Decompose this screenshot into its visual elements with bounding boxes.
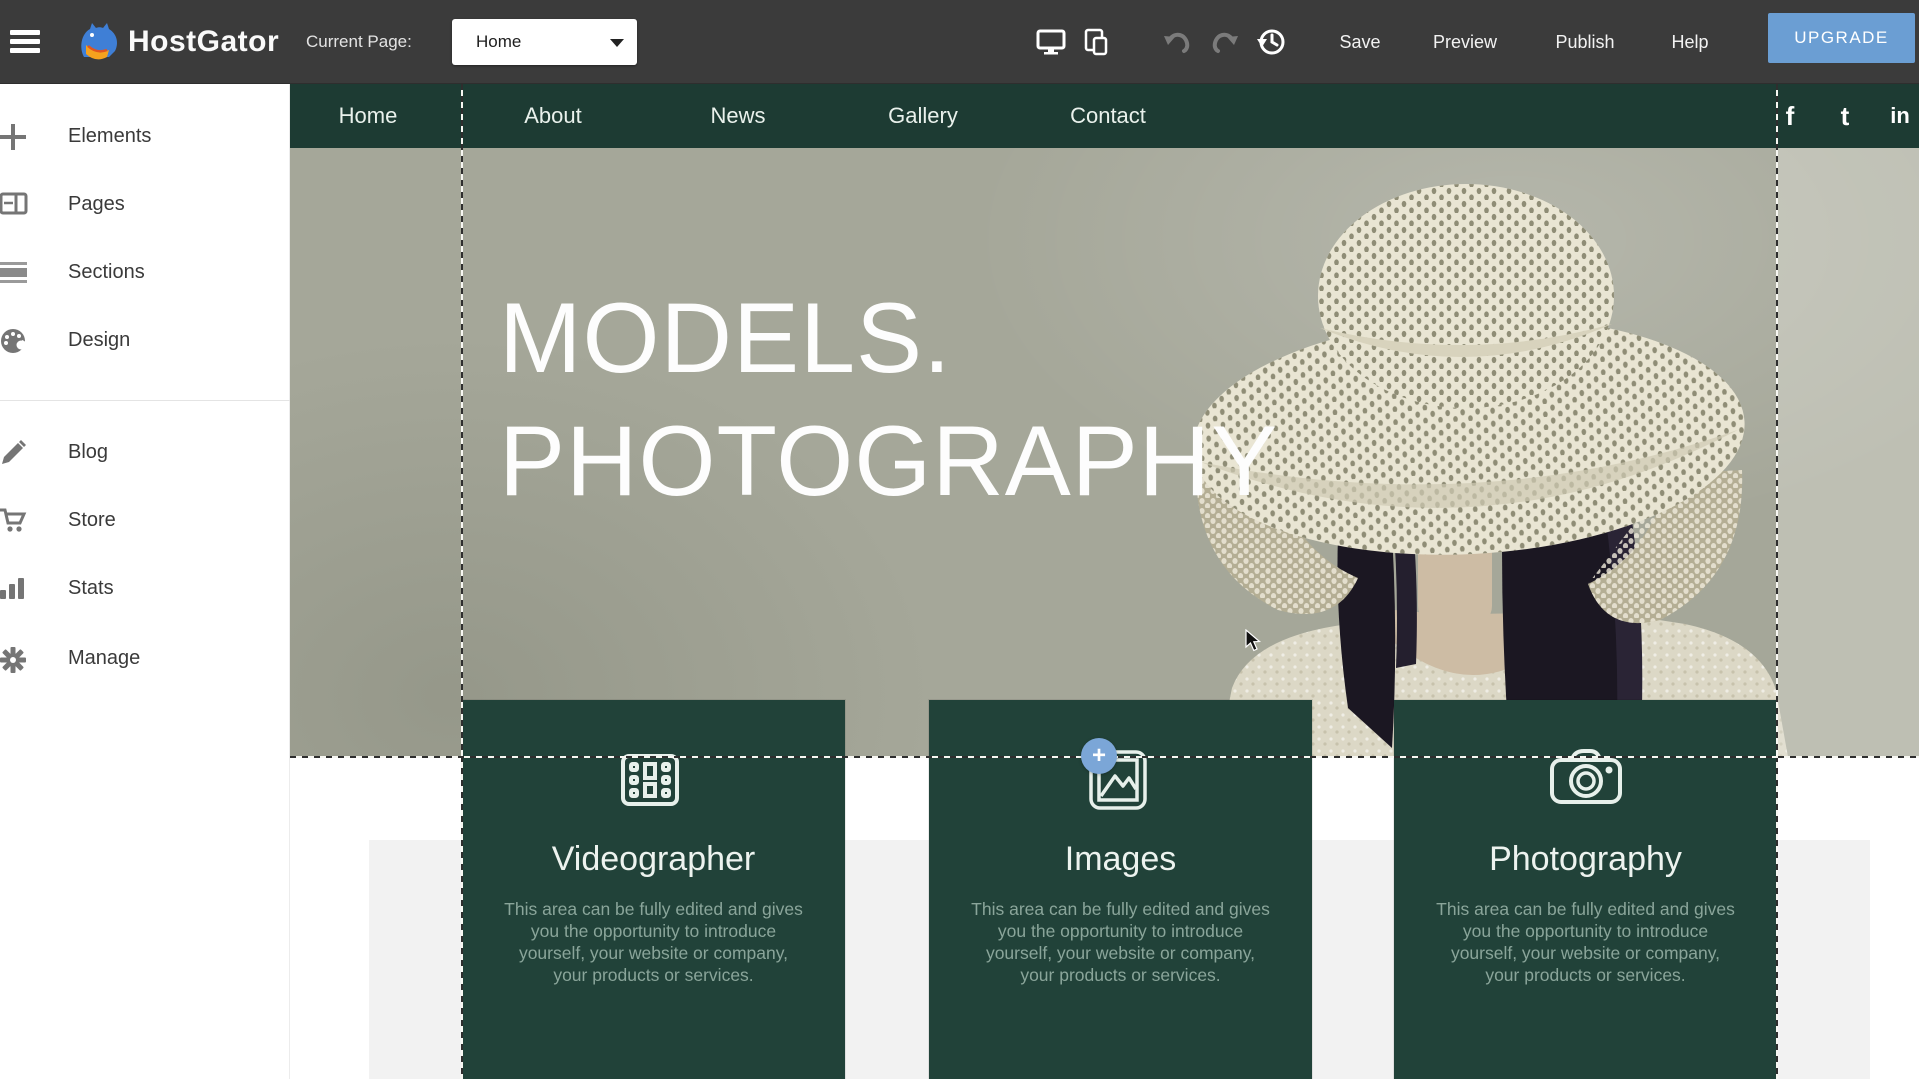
sidebar-item-design[interactable]: Design [0,320,290,360]
gator-mascot-icon [74,19,120,65]
hero-heading[interactable]: MODELS. PHOTOGRAPHY [499,276,1278,522]
save-button[interactable]: Save [1339,0,1380,84]
palette-icon [0,328,30,354]
card-title: Images [929,840,1312,879]
hero-heading-line1: MODELS. [499,276,1278,399]
preview-button[interactable]: Preview [1433,0,1497,84]
sidebar-label: Stats [68,568,114,608]
sidebar-item-sections[interactable]: Sections [0,252,290,292]
sidebar-item-stats[interactable]: Stats [0,568,290,608]
redo-icon[interactable] [1205,22,1245,62]
card-body: This area can be fully edited and gives … [502,898,805,986]
pencil-icon [0,440,30,466]
camera-icon [1546,744,1626,816]
site-nav-contact[interactable]: Contact [1070,84,1146,148]
mobile-view-icon[interactable] [1076,22,1116,62]
film-icon [614,744,694,816]
pages-icon [0,192,30,218]
site-nav-gallery[interactable]: Gallery [888,84,958,148]
sidebar-label: Store [68,500,116,540]
hero-section[interactable]: MODELS. PHOTOGRAPHY [290,148,1919,757]
editor-sidebar: Elements Pages Sections Design Blog Stor… [0,84,290,1079]
hero-wall-highlight [1777,148,1919,757]
upgrade-button[interactable]: UPGRADE [1768,13,1915,63]
twitter-icon[interactable]: t [1841,84,1850,148]
plus-icon [0,124,30,150]
linkedin-icon[interactable]: in [1890,84,1910,148]
sidebar-label: Design [68,320,130,360]
sidebar-item-pages[interactable]: Pages [0,184,290,224]
section-guide-left [461,84,463,1079]
mouse-cursor [1245,629,1267,653]
sidebar-item-elements[interactable]: Elements [0,116,290,156]
sidebar-label: Elements [68,116,151,156]
card-title: Videographer [462,840,845,879]
add-image-button[interactable]: + [1081,738,1117,774]
card-body: This area can be fully edited and gives … [1434,898,1737,986]
card-body: This area can be fully edited and gives … [969,898,1272,986]
current-page-label: Current Page: [306,0,412,84]
undo-icon[interactable] [1157,22,1197,62]
hero-heading-line2: PHOTOGRAPHY [499,399,1278,522]
sidebar-divider [0,400,290,401]
history-icon[interactable] [1251,22,1291,62]
site-editor-canvas: Home About News Gallery Contact f t in [290,84,1919,1079]
sidebar-item-store[interactable]: Store [0,500,290,540]
brand-name: HostGator [128,25,279,59]
site-nav-news[interactable]: News [710,84,765,148]
editor-topbar: HostGator Current Page: Home Save Previe… [0,0,1919,84]
sidebar-label: Pages [68,184,125,224]
section-guide-right [1776,84,1778,1079]
desktop-view-icon[interactable] [1031,22,1071,62]
sections-icon [0,260,30,286]
hostgator-logo: HostGator [74,18,279,66]
sidebar-item-manage[interactable]: Manage [0,638,290,678]
facebook-icon[interactable]: f [1786,84,1795,148]
cart-icon [0,508,30,534]
sidebar-label: Sections [68,252,145,292]
page-select-dropdown[interactable]: Home [452,19,637,65]
publish-button[interactable]: Publish [1555,0,1614,84]
sidebar-label: Blog [68,432,108,472]
chevron-down-icon [610,39,624,47]
site-nav-about[interactable]: About [524,84,582,148]
card-title: Photography [1394,840,1777,879]
site-navbar: Home About News Gallery Contact f t in [290,84,1919,148]
site-nav-home[interactable]: Home [339,84,398,148]
gear-icon [0,646,30,672]
hamburger-menu-icon[interactable] [10,30,40,54]
sidebar-label: Manage [68,638,140,678]
bar-chart-icon [0,576,30,602]
page-select-value: Home [476,19,521,65]
sidebar-item-blog[interactable]: Blog [0,432,290,472]
help-button[interactable]: Help [1671,0,1708,84]
